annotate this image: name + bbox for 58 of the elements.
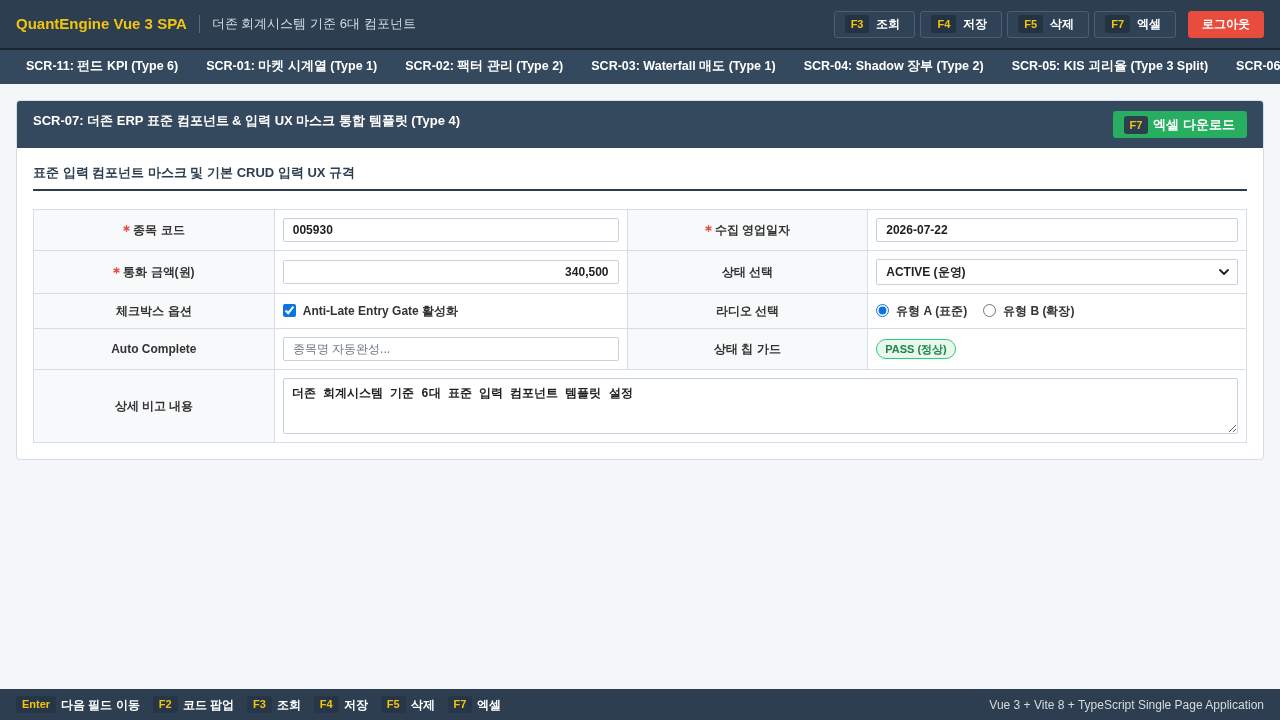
shortcut-label: 코드 팝업 bbox=[182, 696, 234, 714]
field-label: 종목 코드 bbox=[133, 222, 185, 237]
shortcut-key: F5 bbox=[380, 696, 406, 713]
excel-download-button[interactable]: F7 엑셀 다운로드 bbox=[1112, 111, 1247, 138]
section-title: 표준 입력 컴포넌트 마스크 및 기본 CRUD 입력 UX 규격 bbox=[33, 163, 1247, 191]
radio-label: 유형 B (확장) bbox=[1003, 302, 1075, 320]
function-key-button[interactable]: F7 엑셀 bbox=[1094, 10, 1176, 38]
screen-tab[interactable]: SCR-11: 펀드 KPI (Type 6) bbox=[12, 50, 193, 84]
logout-button[interactable]: 로그아웃 bbox=[1188, 10, 1264, 38]
shortcut-key: F3 bbox=[844, 15, 870, 33]
field-label: 체크박스 옵션 bbox=[116, 303, 192, 318]
panel-title: SCR-07: 더존 ERP 표준 컴포넌트 & 입력 UX 마스크 통합 템플릿 (Type 4) bbox=[33, 111, 461, 130]
shortcut-label: 조회 bbox=[276, 696, 301, 714]
field-label: Auto Complete bbox=[111, 341, 197, 356]
function-key-button[interactable]: F5 삭제 bbox=[1007, 10, 1090, 38]
input-field[interactable]: 005930 bbox=[282, 217, 619, 242]
radio-button[interactable] bbox=[876, 304, 890, 317]
shortcut-key: F7 bbox=[447, 696, 473, 713]
checkbox[interactable] bbox=[282, 304, 296, 317]
shortcut-key: F4 bbox=[313, 696, 339, 713]
radio-button[interactable] bbox=[983, 304, 997, 317]
radio-label: 유형 A (표준) bbox=[896, 302, 968, 320]
shortcut-label: 삭제 bbox=[410, 696, 435, 714]
screen-tab[interactable]: SCR-02: 팩터 관리 (Type 2) bbox=[391, 50, 578, 84]
screen-tab[interactable]: SCR-01: 마켓 시계열 (Type 1) bbox=[192, 50, 392, 84]
shortcut-key: F7 bbox=[1105, 15, 1130, 33]
shortcut-label: 저장 bbox=[343, 696, 368, 714]
status-chip: PASS (정상) bbox=[876, 338, 956, 359]
checkbox-label: Anti-Late Entry Gate 활성화 bbox=[302, 302, 459, 320]
field-label: 통화 금액(원) bbox=[123, 264, 195, 279]
shortcut-key: F2 bbox=[152, 696, 178, 713]
select-field[interactable]: ACTIVE (운영) bbox=[876, 258, 1238, 285]
chevron-down-icon bbox=[1219, 268, 1229, 275]
shortcut-label: 다음 필드 이동 bbox=[61, 696, 140, 714]
field-label: 상세 비고 내용 bbox=[114, 398, 194, 413]
screen-tab[interactable]: SCR-06 bbox=[1222, 50, 1280, 84]
function-key-button[interactable]: F3 조회 bbox=[833, 10, 916, 38]
app-info: Vue 3 + Vite 8 + TypeScript Single Page Application bbox=[989, 696, 1264, 714]
screen-tab[interactable]: SCR-05: KIS 괴리율 (Type 3 Split) bbox=[997, 50, 1223, 84]
shortcut-key: F5 bbox=[1018, 15, 1044, 33]
textarea-field[interactable]: 더존 회계시스템 기준 6대 표준 입력 컴포넌트 템플릿 설정 bbox=[282, 377, 1238, 434]
amount-field[interactable]: 340,500 bbox=[282, 259, 619, 284]
shortcut-key: F7 bbox=[1123, 115, 1149, 134]
autocomplete-field[interactable]: 종목명 자동완성... bbox=[282, 336, 619, 361]
field-label: 수집 영업일자 bbox=[714, 222, 791, 237]
field-label: 라디오 선택 bbox=[715, 303, 780, 318]
shortcut-key: F4 bbox=[931, 15, 957, 33]
shortcut-label: 엑셀 bbox=[477, 696, 502, 714]
screen-tab[interactable]: SCR-04: Shadow 장부 (Type 2) bbox=[789, 50, 998, 84]
field-label: 상태 선택 bbox=[721, 264, 774, 279]
field-label: 상태 칩 가드 bbox=[714, 341, 781, 356]
shortcut-key: F3 bbox=[247, 696, 272, 713]
date-field[interactable]: 2026-07-22 bbox=[876, 217, 1238, 242]
screen-tab[interactable]: SCR-03: Waterfall 매도 (Type 1) bbox=[577, 50, 790, 84]
app-title: QuantEngine Vue 3 SPA bbox=[16, 13, 187, 34]
app-subtitle: 더존 회계시스템 기준 6대 컴포넌트 bbox=[198, 15, 416, 33]
shortcut-key: Enter bbox=[16, 696, 57, 713]
function-key-button[interactable]: F4 저장 bbox=[920, 10, 1003, 38]
